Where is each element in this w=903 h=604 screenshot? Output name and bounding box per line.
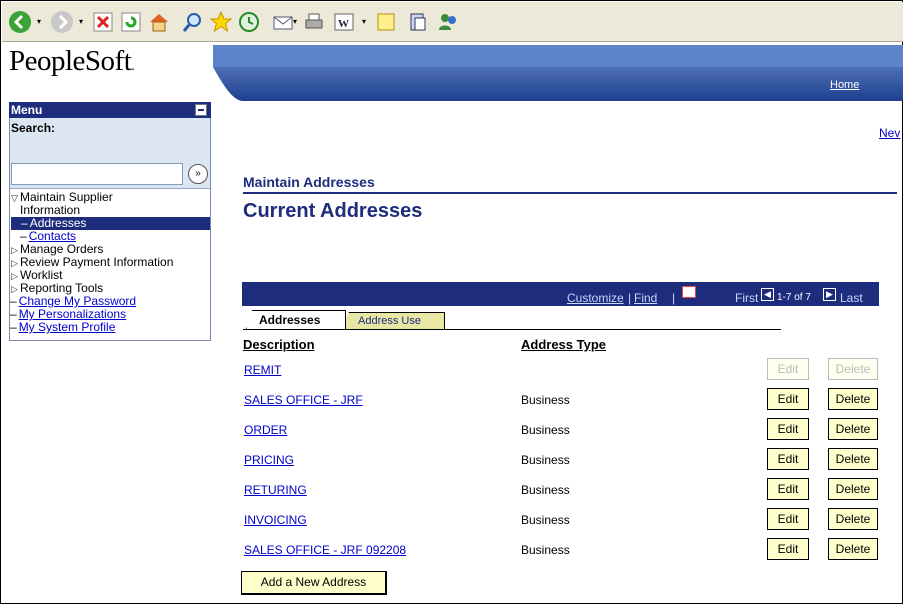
- delete-button[interactable]: Delete: [828, 508, 878, 530]
- address-description-link[interactable]: SALES OFFICE - JRF: [244, 393, 363, 407]
- divider: [243, 192, 897, 194]
- page-title: Current Addresses: [243, 200, 423, 222]
- last-link[interactable]: Last: [840, 291, 863, 305]
- address-description-link[interactable]: RETURING: [244, 483, 307, 497]
- row-range: 1-7 of 7: [777, 292, 811, 303]
- discuss-icon[interactable]: [373, 9, 399, 35]
- refresh-icon[interactable]: [118, 9, 144, 35]
- tab-addresses[interactable]: Addresses: [246, 310, 346, 330]
- search-icon[interactable]: [180, 9, 206, 35]
- tab-address-use[interactable]: Address Use: [341, 312, 445, 329]
- first-link[interactable]: First: [735, 291, 758, 305]
- search-label: Search:: [11, 121, 56, 135]
- menu-item-system-profile[interactable]: – My System Profile: [10, 321, 210, 340]
- breadcrumb: Maintain Addresses: [243, 174, 375, 190]
- address-type: Business: [521, 543, 570, 557]
- table-row: REMIT Edit Delete: [243, 355, 879, 385]
- previous-icon[interactable]: ◀: [761, 288, 774, 301]
- menu-header: Menu: [9, 102, 211, 118]
- forward-dropdown-icon[interactable]: ▾: [79, 18, 85, 26]
- home-icon[interactable]: [146, 9, 172, 35]
- back-dropdown-icon[interactable]: ▾: [37, 18, 43, 26]
- home-link[interactable]: Home: [830, 79, 859, 91]
- search-panel: Search: »: [10, 118, 210, 189]
- delete-button[interactable]: Delete: [828, 418, 878, 440]
- delete-button[interactable]: Delete: [828, 478, 878, 500]
- menu-body: Search: » ▽ Maintain Supplier Information…: [9, 118, 211, 341]
- edit-button[interactable]: Edit: [767, 508, 809, 530]
- edit-button[interactable]: Edit: [767, 448, 809, 470]
- edit-button[interactable]: Edit: [767, 538, 809, 560]
- search-go-icon[interactable]: »: [188, 164, 208, 184]
- address-type: Business: [521, 423, 570, 437]
- mail-dropdown-icon[interactable]: ▾: [293, 18, 299, 26]
- back-icon[interactable]: [7, 9, 33, 35]
- address-description-link[interactable]: SALES OFFICE - JRF 092208: [244, 543, 406, 557]
- svg-text:W: W: [338, 18, 349, 30]
- delete-button[interactable]: Delete: [828, 388, 878, 410]
- menu-title: Menu: [11, 103, 43, 117]
- edit-dropdown-icon[interactable]: ▾: [362, 18, 368, 26]
- stop-icon[interactable]: [90, 9, 116, 35]
- expanded-arrow-icon: ▽: [11, 193, 18, 203]
- table-row: SALES OFFICE - JRF Business Edit Delete: [243, 385, 879, 415]
- menu-panel: Menu Search: » ▽ Maintain Supplier Inform…: [9, 102, 211, 341]
- find-link[interactable]: Find: [634, 291, 657, 305]
- table-row: ORDER Business Edit Delete: [243, 415, 879, 445]
- address-type: Business: [521, 483, 570, 497]
- delete-button[interactable]: Delete: [828, 358, 878, 380]
- table-row: SALES OFFICE - JRF 092208 Business Edit …: [243, 535, 879, 565]
- forward-icon[interactable]: [49, 9, 75, 35]
- table-row: PRICING Business Edit Delete: [243, 445, 879, 475]
- edit-button[interactable]: Edit: [767, 478, 809, 500]
- tab-underline: [243, 329, 781, 330]
- separator: |: [672, 291, 676, 305]
- address-description-link[interactable]: PRICING: [244, 453, 294, 467]
- browser-toolbar: ▾ ▾ ▾ W ▾: [2, 2, 903, 42]
- column-header-description[interactable]: Description: [243, 337, 315, 352]
- collapse-icon[interactable]: [195, 104, 207, 116]
- print-icon[interactable]: [301, 9, 327, 35]
- delete-button[interactable]: Delete: [828, 538, 878, 560]
- research-icon[interactable]: [405, 9, 431, 35]
- table-row: RETURING Business Edit Delete: [243, 475, 879, 505]
- app-window: ▾ ▾ ▾ W ▾ PeopleSoft. Home Nev Menu Sear…: [0, 0, 903, 604]
- new-window-link[interactable]: Nev: [879, 126, 900, 140]
- menu-item-maintain-supplier[interactable]: ▽ Maintain Supplier Information: [10, 191, 210, 217]
- column-header-address-type[interactable]: Address Type: [521, 337, 606, 352]
- edit-icon[interactable]: W: [331, 9, 357, 35]
- peoplesoft-logo: PeopleSoft.: [9, 45, 135, 77]
- download-spreadsheet-icon[interactable]: [682, 286, 696, 298]
- search-input[interactable]: [11, 163, 183, 185]
- customize-link[interactable]: Customize: [567, 291, 624, 305]
- address-type: Business: [521, 393, 570, 407]
- edit-button[interactable]: Edit: [767, 418, 809, 440]
- address-description-link[interactable]: REMIT: [244, 363, 281, 377]
- address-type: Business: [521, 513, 570, 527]
- favorites-icon[interactable]: [208, 9, 234, 35]
- edit-button[interactable]: Edit: [767, 358, 809, 380]
- next-icon[interactable]: ▶: [823, 288, 836, 301]
- header-banner: [213, 45, 903, 101]
- history-icon[interactable]: [236, 9, 262, 35]
- address-description-link[interactable]: INVOICING: [244, 513, 307, 527]
- edit-button[interactable]: Edit: [767, 388, 809, 410]
- address-description-link[interactable]: ORDER: [244, 423, 287, 437]
- address-type: Business: [521, 453, 570, 467]
- separator: |: [628, 291, 632, 305]
- add-new-address-button[interactable]: Add a New Address: [241, 571, 387, 595]
- delete-button[interactable]: Delete: [828, 448, 878, 470]
- table-row: INVOICING Business Edit Delete: [243, 505, 879, 535]
- messenger-icon[interactable]: [435, 9, 461, 35]
